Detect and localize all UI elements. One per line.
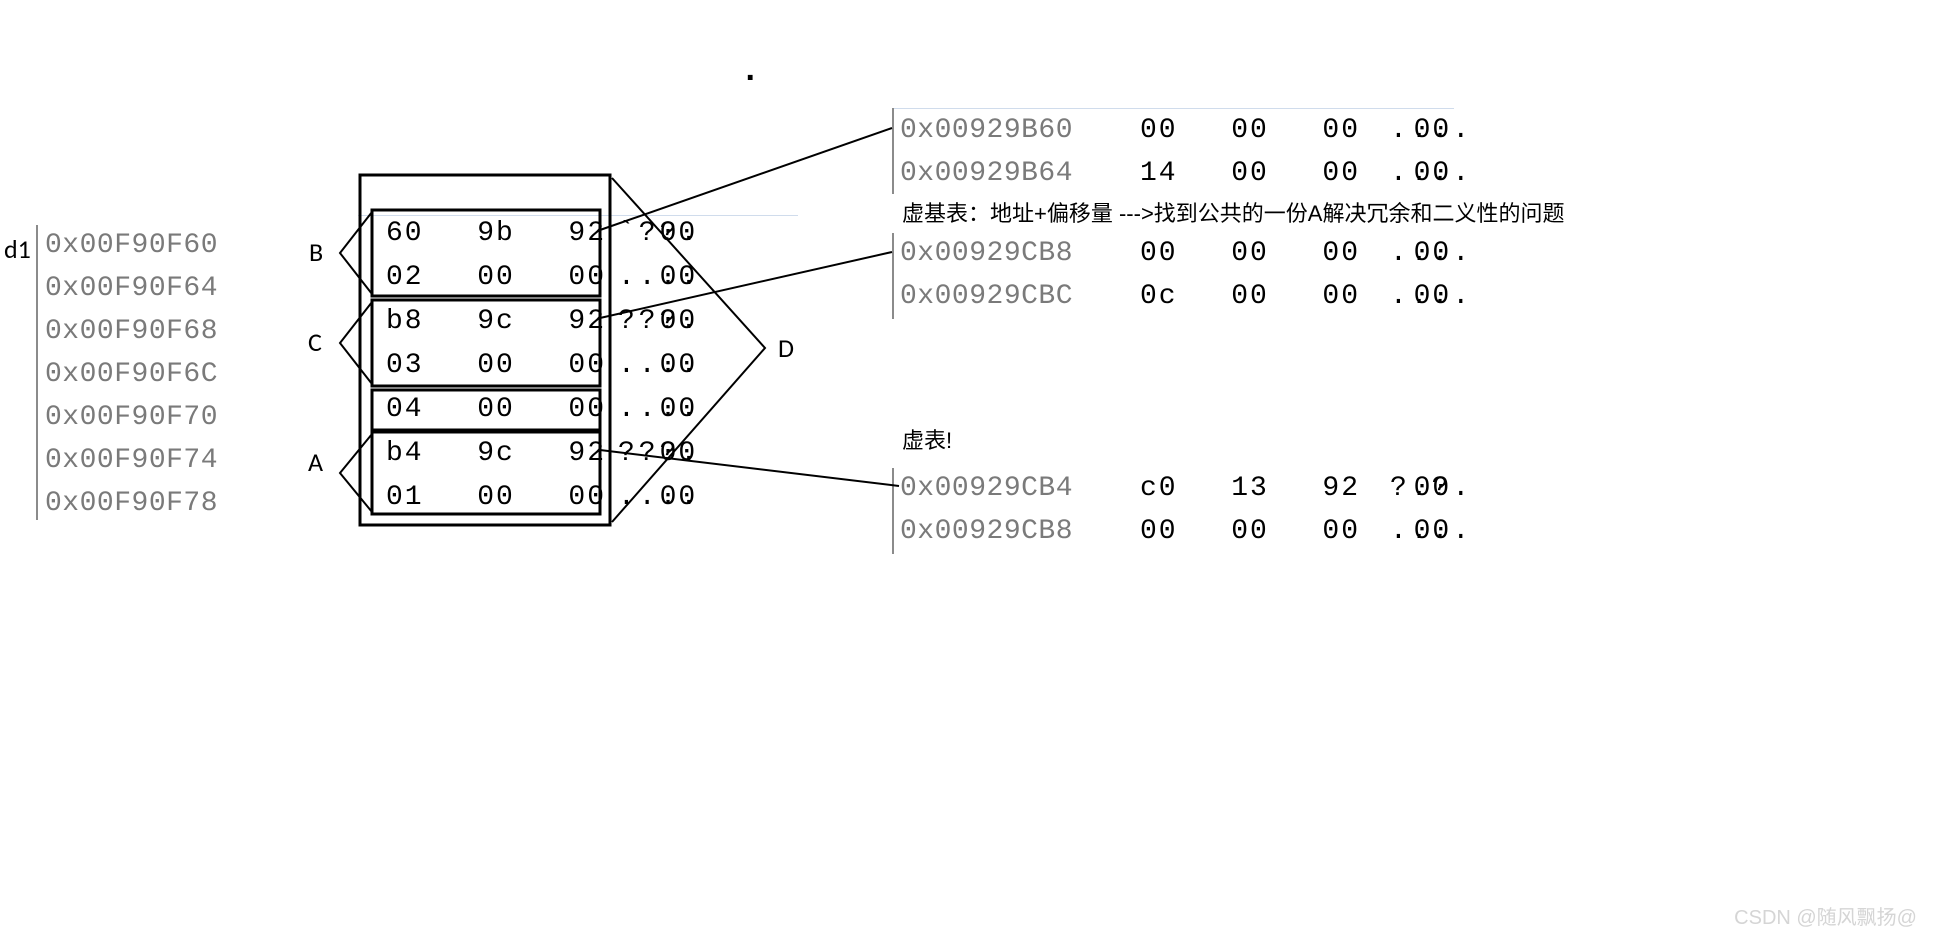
right-top-addr-1: 0x00929B64 xyxy=(900,158,1073,189)
center-ascii-3: .... xyxy=(618,350,701,381)
center-ascii-2: ???. xyxy=(618,306,701,337)
right-mid-ascii-1: .... xyxy=(1390,281,1473,312)
right-top-ascii-0: .... xyxy=(1390,115,1473,146)
left-addr-2: 0x00F90F68 xyxy=(45,316,218,347)
left-addr-5: 0x00F90F74 xyxy=(45,445,218,476)
right-mid-ascii-0: .... xyxy=(1390,238,1473,269)
right-bot-addr-0: 0x00929CB4 xyxy=(900,473,1073,504)
right-mid-addr-0: 0x00929CB8 xyxy=(900,238,1073,269)
center-ascii-6: .... xyxy=(618,482,701,513)
right-top-ascii-1: .... xyxy=(1390,158,1473,189)
watermark: CSDN @随风飘扬@ xyxy=(1734,901,1917,930)
right-bot-bar xyxy=(892,468,894,554)
right-mid-bar xyxy=(892,233,894,319)
center-ascii-1: .... xyxy=(618,262,701,293)
left-addr-1: 0x00F90F64 xyxy=(45,273,218,304)
annotation-vbt: 虚基表：地址+偏移量 --->找到公共的一份A解决冗余和二义性的问题 xyxy=(902,196,1564,228)
left-addr-0: 0x00F90F60 xyxy=(45,230,218,261)
label-C: C xyxy=(308,326,322,358)
left-bar xyxy=(36,225,38,520)
left-addr-6: 0x00F90F78 xyxy=(45,488,218,519)
top-dot: · xyxy=(740,60,760,98)
right-bot-ascii-1: .... xyxy=(1390,516,1473,547)
annotation-vt: 虚表! xyxy=(902,423,952,455)
label-B: B xyxy=(309,236,323,268)
center-ascii-0: `??. xyxy=(618,218,701,249)
faint-rule-right-top xyxy=(894,108,1454,109)
right-bot-ascii-0: ?.?. xyxy=(1390,473,1473,504)
center-ascii-5: ???. xyxy=(618,438,701,469)
faint-rule-center xyxy=(358,215,798,216)
right-bot-addr-1: 0x00929CB8 xyxy=(900,516,1073,547)
left-addr-4: 0x00F90F70 xyxy=(45,402,218,433)
right-mid-addr-1: 0x00929CBC xyxy=(900,281,1073,312)
right-top-bar xyxy=(892,108,894,194)
d1-label: d1 xyxy=(4,233,31,265)
right-top-addr-0: 0x00929B60 xyxy=(900,115,1073,146)
label-A: A xyxy=(308,446,323,478)
left-addr-3: 0x00F90F6C xyxy=(45,359,218,390)
label-D: D xyxy=(778,332,794,364)
center-ascii-4: .... xyxy=(618,394,701,425)
